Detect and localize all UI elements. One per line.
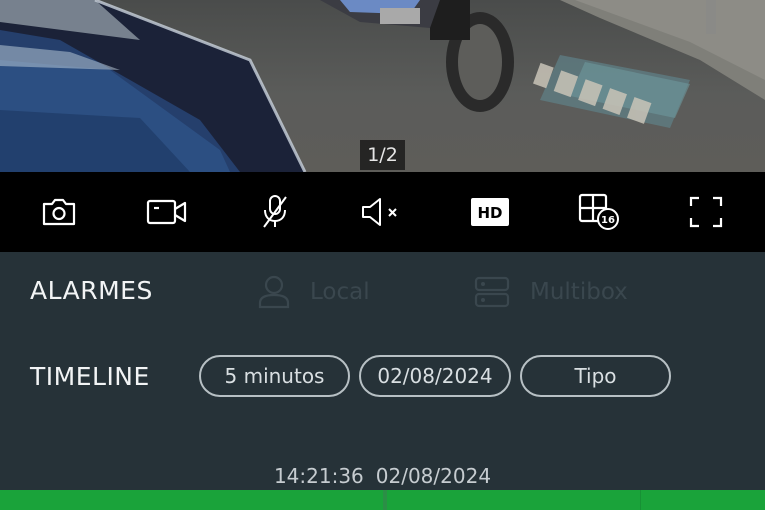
timeline-track[interactable] [0,490,765,510]
grid-16-icon: 16 [578,193,619,230]
page-indicator: 1/2 [360,140,405,170]
alarm-option-multibox-label: Multibox [530,279,628,305]
controls-panel: ALARMES Local Multibox TIMELINE 5 minuto… [0,252,765,510]
alarm-option-local-label: Local [310,279,370,305]
timeline-date: 02/08/2024 [375,464,492,488]
hd-quality-button[interactable]: HD [467,190,513,234]
user-icon [258,275,290,309]
svg-text:16: 16 [601,215,615,226]
fullscreen-button[interactable] [683,190,729,234]
player-toolbar: HD 16 [0,172,765,252]
svg-text:HD: HD [477,204,502,222]
timeline-label: TIMELINE [30,362,150,391]
interval-filter-button[interactable]: 5 minutos [199,355,350,397]
type-filter-button[interactable]: Tipo [520,355,671,397]
timeline-timestamp: 14:21:36 02/08/2024 [0,464,765,488]
alarm-option-local[interactable]: Local [258,272,370,312]
timeline-time: 14:21:36 [273,464,364,488]
timeline-tick [640,490,641,510]
alarm-option-multibox[interactable]: Multibox [474,272,628,312]
audio-button[interactable] [358,190,404,234]
multibox-icon [474,276,510,308]
speaker-muted-icon [362,198,397,226]
record-button[interactable] [144,190,190,234]
video-camera-icon [146,199,187,225]
camera-icon [42,198,76,226]
microphone-off-icon [263,195,287,228]
fullscreen-icon [689,196,723,228]
camera-feed[interactable]: 1/2 [0,0,765,172]
layout-grid-button[interactable]: 16 [576,190,622,234]
microphone-button[interactable] [252,190,298,234]
date-filter-button[interactable]: 02/08/2024 [359,355,511,397]
timeline-cursor[interactable] [383,490,387,510]
alarms-label: ALARMES [30,276,153,305]
hd-icon: HD [471,198,509,226]
snapshot-button[interactable] [36,190,82,234]
